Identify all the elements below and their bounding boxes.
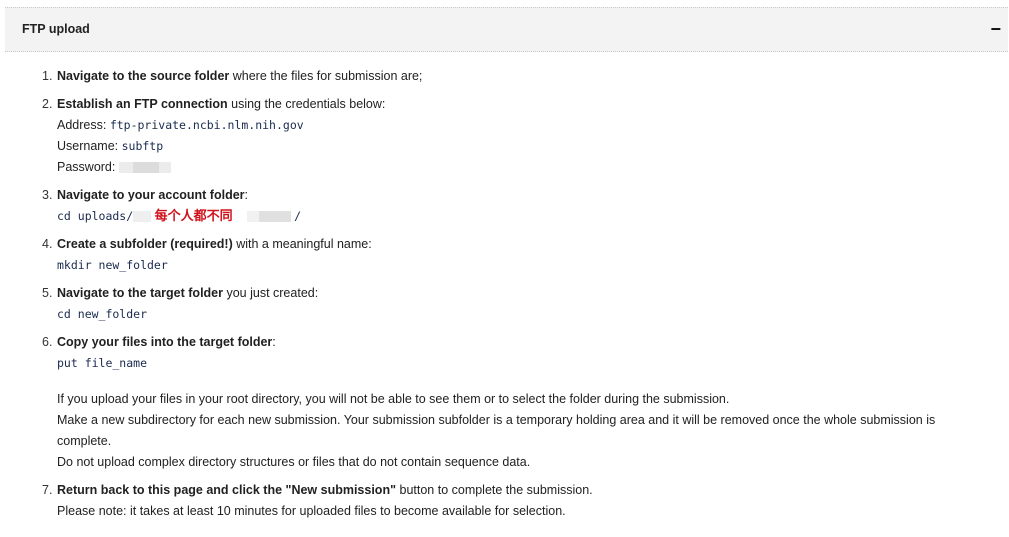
command-text: mkdir new_folder xyxy=(57,258,168,272)
command-suffix: / xyxy=(294,209,302,223)
step-number: 2. xyxy=(42,97,53,111)
step-text: button to complete the submission. xyxy=(396,483,593,497)
step-3: 3. Navigate to your account folder: cd u… xyxy=(42,185,992,227)
step-number: 5. xyxy=(42,286,53,300)
account-redaction xyxy=(133,211,152,223)
step-2: 2. Establish an FTP connection using the… xyxy=(42,94,992,178)
step-bold: Navigate to the source folder xyxy=(57,69,230,83)
address-value: ftp-private.ncbi.nlm.nih.gov xyxy=(109,118,304,132)
ftp-steps-list: 1. Navigate to the source folder where t… xyxy=(42,66,992,522)
note-processing-time: Please note: it takes at least 10 minute… xyxy=(57,504,566,518)
password-label: Password: xyxy=(57,160,119,174)
username-value: subftp xyxy=(121,139,164,153)
password-row: Password: xyxy=(57,157,992,178)
step-bold: Navigate to your account folder xyxy=(57,188,245,202)
step-text: : xyxy=(244,188,249,202)
command-row: cd uploads/ 每个人都不同 / xyxy=(57,206,992,227)
address-row: Address: ftp-private.ncbi.nlm.nih.gov xyxy=(57,115,992,136)
ftp-upload-panel-header[interactable]: FTP upload − xyxy=(5,7,1008,52)
note-subdirectory: Make a new subdirectory for each new sub… xyxy=(57,413,936,448)
step-number: 6. xyxy=(42,335,53,349)
step-text: : xyxy=(272,335,276,349)
account-redaction xyxy=(246,211,259,223)
step-number: 1. xyxy=(42,69,53,83)
command-text: put file_name xyxy=(57,356,148,370)
password-redaction xyxy=(132,162,159,174)
step-5: 5. Navigate to the target folder you jus… xyxy=(42,283,992,325)
step-4: 4. Create a subfolder (required!) with a… xyxy=(42,234,992,276)
password-redaction xyxy=(118,162,133,174)
panel-title: FTP upload xyxy=(22,22,90,36)
step-bold: Navigate to the target folder xyxy=(57,286,223,300)
handwritten-note: 每个人都不同 xyxy=(154,209,233,224)
step-text: you just created: xyxy=(223,286,319,300)
step-bold: Establish an FTP connection xyxy=(57,97,228,111)
password-redaction xyxy=(158,162,171,174)
step-bold: Create a subfolder (required!) xyxy=(57,237,233,251)
username-row: Username: subftp xyxy=(57,136,992,157)
step-7: 7. Return back to this page and click th… xyxy=(42,480,992,522)
command-text: cd new_folder xyxy=(57,307,148,321)
step-text: with a meaningful name: xyxy=(232,237,372,251)
note-directory-structure: Do not upload complex directory structur… xyxy=(57,455,531,469)
step-1: 1. Navigate to the source folder where t… xyxy=(42,66,992,87)
step-bold: Copy your files into the target folder xyxy=(57,335,273,349)
command-prefix: cd uploads/ xyxy=(57,209,134,223)
username-label: Username: xyxy=(57,139,122,153)
step-number: 4. xyxy=(42,237,53,251)
step-text: where the files for submission are; xyxy=(229,69,423,83)
step-number: 3. xyxy=(42,188,53,202)
collapse-minus-icon[interactable]: − xyxy=(990,20,1001,38)
step-number: 7. xyxy=(42,483,53,497)
note-root-directory: If you upload your files in your root di… xyxy=(57,392,730,406)
account-redaction xyxy=(258,211,291,223)
step-bold: Return back to this page and click the "… xyxy=(57,483,397,497)
step-text: using the credentials below: xyxy=(227,97,386,111)
step-6: 6. Copy your files into the target folde… xyxy=(42,332,992,473)
address-label: Address: xyxy=(57,118,110,132)
